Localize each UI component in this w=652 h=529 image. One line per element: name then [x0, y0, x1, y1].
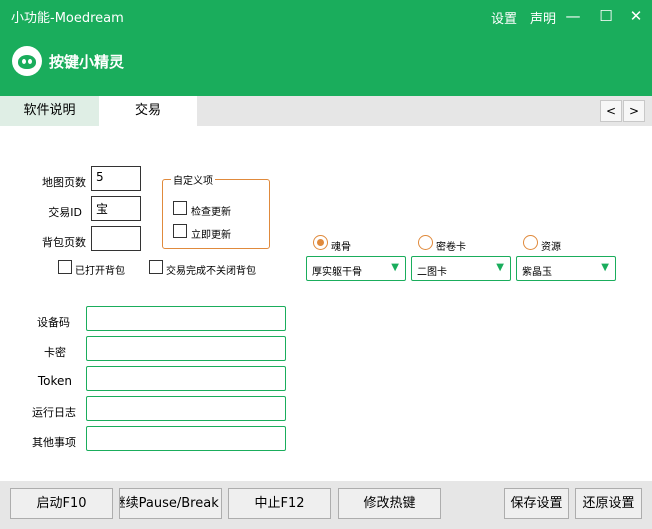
keep-bag-checkbox[interactable] [149, 260, 163, 274]
radio-bone[interactable] [313, 235, 328, 250]
settings-link[interactable]: 设置 [491, 8, 517, 27]
card-key-input[interactable] [86, 336, 286, 361]
radio-scroll-card-label: 密卷卡 [436, 242, 466, 253]
device-code-input[interactable] [86, 306, 286, 331]
save-settings-button[interactable]: 保存设置 [504, 488, 569, 519]
bag-pages-label: 背包页数 [42, 236, 86, 249]
bone-select-value: 厚实躯干骨 [312, 267, 362, 278]
brand-name: 按键小精灵 [49, 53, 125, 71]
start-button[interactable]: 启动F10 [10, 488, 113, 519]
pause-button[interactable]: 暂停/继续Pause/Break [119, 488, 222, 519]
tab-trade[interactable]: 交易 [99, 96, 197, 126]
radio-resource[interactable] [523, 235, 538, 250]
title-bar: 小功能-Moedream 设置 声明 — ☐ ✕ [0, 0, 652, 34]
update-now-label: 立即更新 [191, 230, 231, 241]
close-icon[interactable]: ✕ [624, 4, 648, 28]
radio-scroll-card[interactable] [418, 235, 433, 250]
minimize-icon[interactable]: — [561, 4, 585, 28]
radio-bone-label: 魂骨 [331, 242, 351, 253]
device-code-label: 设备码 [37, 316, 70, 329]
run-log-label: 运行日志 [32, 406, 76, 419]
chevron-down-icon: ▼ [391, 262, 399, 273]
trade-id-input[interactable]: 宝 [91, 196, 141, 221]
map-pages-label: 地图页数 [42, 176, 86, 189]
other-label: 其他事项 [32, 436, 76, 449]
check-update-checkbox[interactable] [173, 201, 187, 215]
tab-prev-button[interactable]: < [600, 100, 622, 122]
logo-icon [12, 46, 42, 76]
scroll-card-select[interactable]: 二图卡 ▼ [411, 256, 511, 281]
chevron-down-icon: ▼ [496, 262, 504, 273]
stop-button[interactable]: 中止F12 [228, 488, 331, 519]
tab-software-info[interactable]: 软件说明 [0, 96, 99, 126]
scroll-card-select-value: 二图卡 [417, 267, 447, 278]
maximize-icon[interactable]: ☐ [594, 4, 618, 28]
update-now-checkbox[interactable] [173, 224, 187, 238]
tab-bar: 软件说明 交易 < > [0, 96, 652, 126]
bag-opened-checkbox[interactable] [58, 260, 72, 274]
app-banner: 按键小精灵 [0, 34, 652, 96]
token-label: Token [37, 374, 72, 388]
token-input[interactable] [86, 366, 286, 391]
trade-id-label: 交易ID [48, 206, 82, 219]
bag-opened-label: 已打开背包 [75, 266, 125, 277]
bone-select[interactable]: 厚实躯干骨 ▼ [306, 256, 406, 281]
bag-pages-input[interactable] [91, 226, 141, 251]
map-pages-input[interactable]: 5 [91, 166, 141, 191]
hotkey-button[interactable]: 修改热键 [338, 488, 441, 519]
statement-link[interactable]: 声明 [530, 8, 556, 27]
radio-resource-label: 资源 [541, 242, 561, 253]
resource-select-value: 紫晶玉 [522, 267, 552, 278]
chevron-down-icon: ▼ [601, 262, 609, 273]
resource-select[interactable]: 紫晶玉 ▼ [516, 256, 616, 281]
check-update-label: 检查更新 [191, 207, 231, 218]
custom-options-title: 自定义项 [171, 172, 215, 187]
window-title: 小功能-Moedream [11, 11, 124, 26]
run-log-input[interactable] [86, 396, 286, 421]
card-key-label: 卡密 [44, 346, 66, 359]
keep-bag-label: 交易完成不关闭背包 [166, 266, 256, 277]
other-input[interactable] [86, 426, 286, 451]
restore-settings-button[interactable]: 还原设置 [575, 488, 642, 519]
tab-next-button[interactable]: > [623, 100, 645, 122]
